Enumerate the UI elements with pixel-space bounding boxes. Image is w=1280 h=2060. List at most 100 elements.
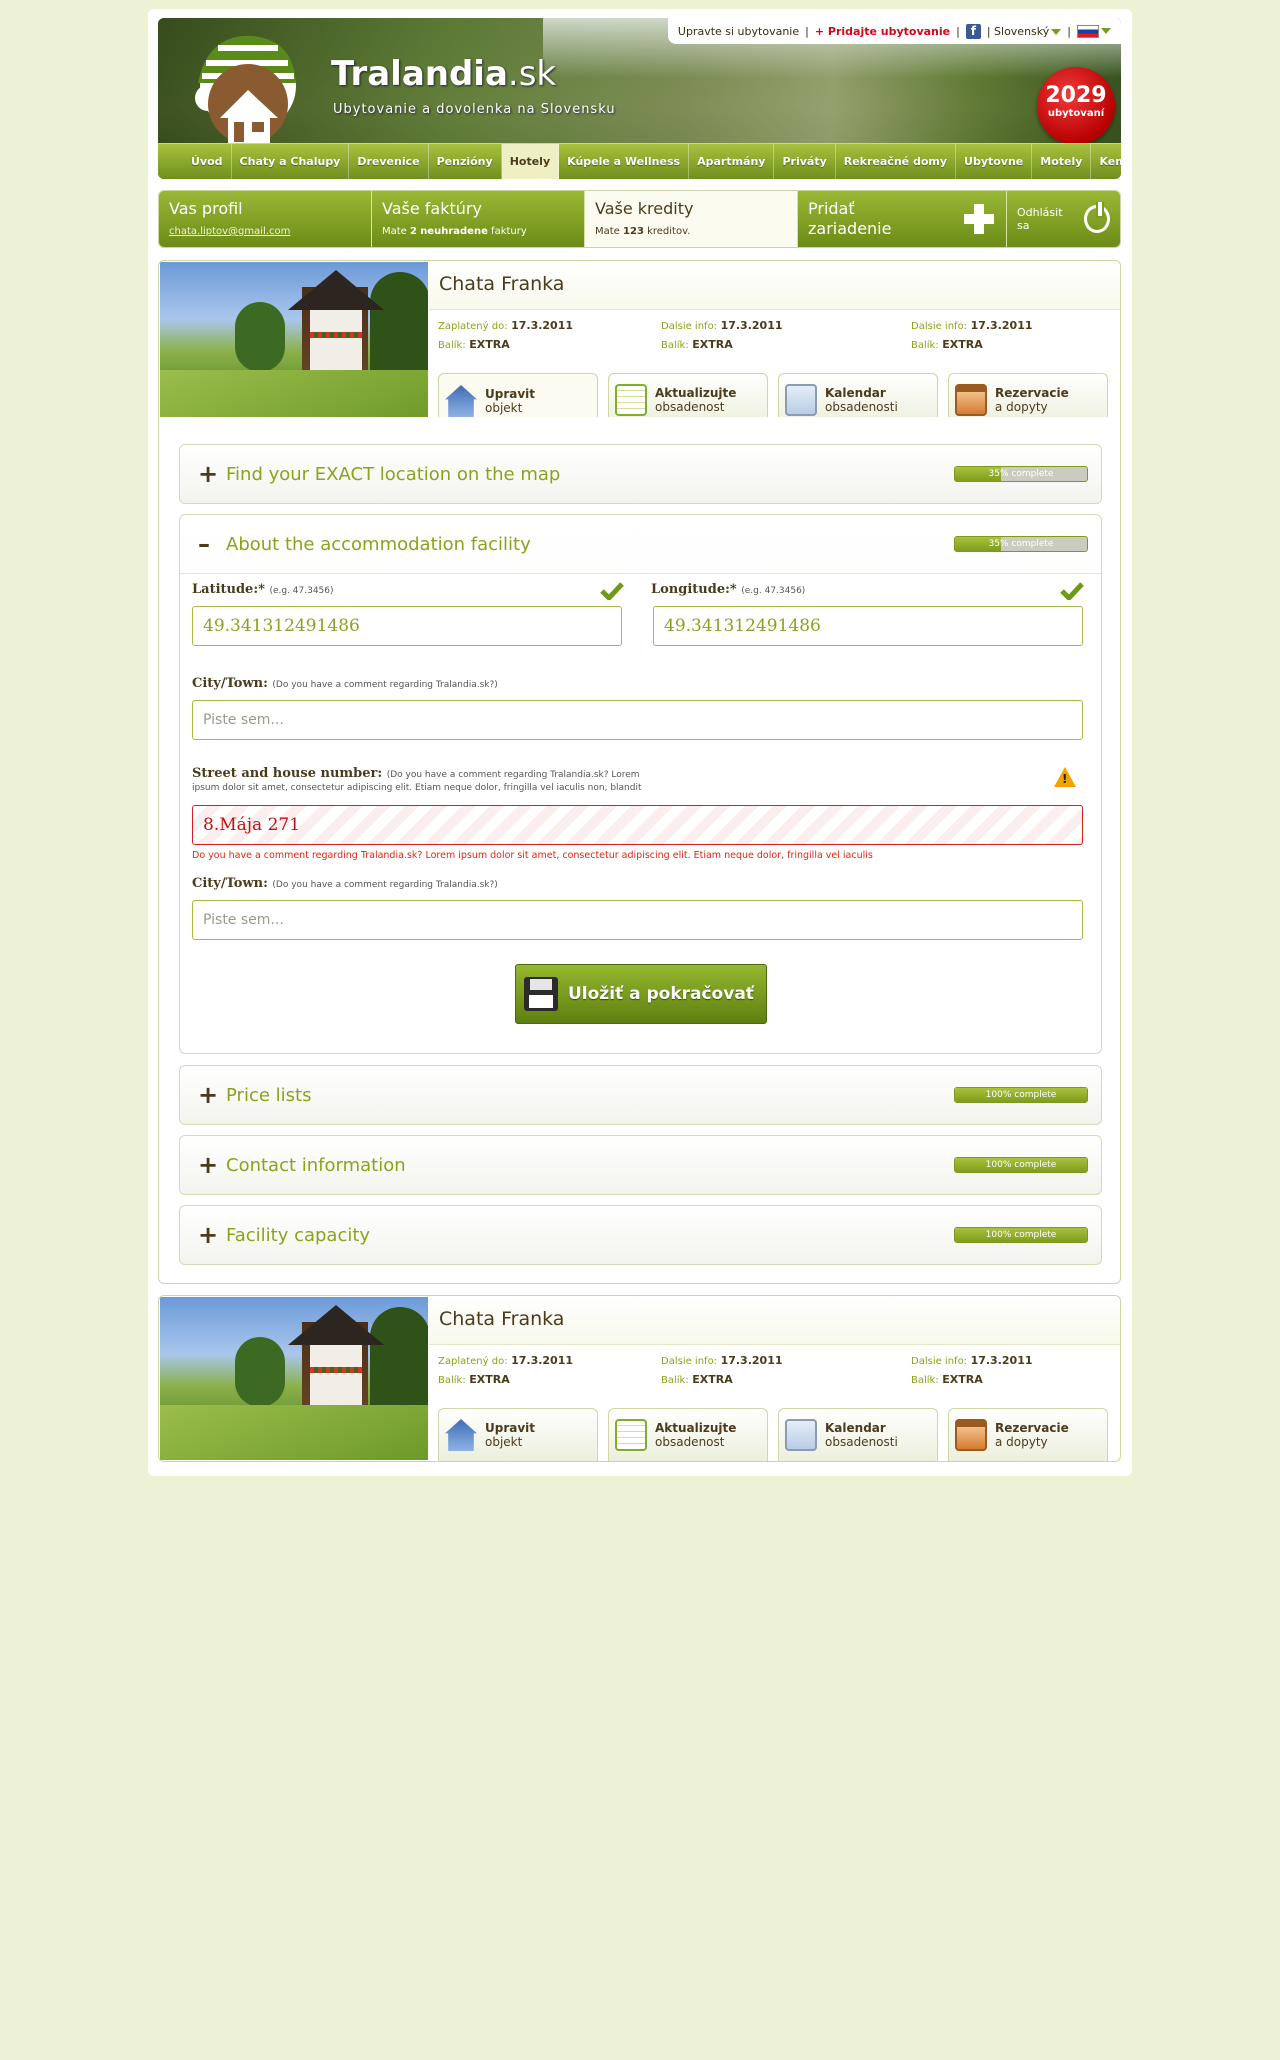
plus-icon (964, 204, 994, 234)
property-name: Chata Franka (429, 1296, 1120, 1345)
profile-panel[interactable]: Vas profil chata.liptov@gmail.com (159, 191, 372, 247)
meta-value: 17.3.2011 (720, 319, 783, 332)
tab-label: obsadenosti (825, 400, 898, 414)
nav-item-hotely[interactable]: Hotely (501, 144, 560, 179)
photo-roof (288, 1305, 384, 1345)
credits-text: Mate (595, 226, 620, 237)
save-and-continue-button[interactable]: Uložiť a pokračovať (515, 964, 767, 1024)
tab-reservations[interactable]: Rezervacie a dopyty (948, 1408, 1108, 1461)
credits-title: Vaše kredity (595, 199, 694, 218)
invoices-title: Vaše faktúry (382, 199, 482, 218)
house-icon (445, 385, 477, 417)
nav-item-kupele[interactable]: Kúpele a Wellness (559, 144, 690, 179)
section-title: Facility capacity (226, 1224, 371, 1246)
separator: | (805, 24, 809, 38)
sections-container: + Find your EXACT location on the map 35… (158, 417, 1121, 1284)
minus-icon: – (198, 530, 210, 558)
chevron-down-icon (1051, 28, 1062, 35)
progress-label: 100% complete (985, 1230, 1057, 1240)
property-meta-info: Dalsie info: 17.3.2011 Balík: EXTRA (661, 317, 783, 355)
latitude-input[interactable]: 49.341312491486 (192, 606, 622, 646)
tab-label: a dopyty (995, 1435, 1048, 1449)
inbox-icon (955, 384, 987, 416)
tab-update-occupancy[interactable]: Aktualizujte obsadenost (608, 1408, 768, 1461)
edit-accommodation-link[interactable]: Upravte si ubytovanie (678, 25, 799, 38)
city-input[interactable]: Piste sem... (192, 700, 1083, 740)
meta-value: 17.3.2011 (970, 1354, 1033, 1367)
site-header: Tralandia.sk Ubytovanie a dovolenka na S… (158, 18, 1121, 179)
nav-item-drevenice[interactable]: Drevenice (349, 144, 429, 179)
monitor-icon (785, 384, 817, 416)
meta-value: EXTRA (469, 338, 510, 351)
nav-item-kempy[interactable]: Kempy (1091, 144, 1121, 179)
label-hint: (Do you have a comment regarding Traland… (386, 770, 640, 780)
label-hint: (e.g. 47.3456) (269, 586, 334, 596)
meta-key: Zaplatený do: (438, 321, 508, 332)
property-photo[interactable] (160, 1297, 428, 1460)
credits-text: kreditov. (647, 226, 691, 237)
tab-label: obsadenost (655, 1435, 725, 1449)
section-title: Price lists (226, 1084, 312, 1106)
meta-key: Balík: (438, 340, 466, 351)
tab-label: Upravit (485, 1421, 536, 1435)
nav-item-penziony[interactable]: Penzióny (429, 144, 502, 179)
city2-input[interactable]: Piste sem... (192, 900, 1083, 940)
property-meta-info: Dalsie info: 17.3.2011 Balík: EXTRA (911, 317, 1033, 355)
tab-label: Upravit (485, 387, 536, 401)
country-select[interactable] (1077, 24, 1111, 38)
meta-key: Dalsie info: (911, 1356, 968, 1367)
progress-label: 35% complete (988, 469, 1054, 479)
nav-item-rekreacne-domy[interactable]: Rekreačné domy (836, 144, 957, 179)
profile-title: Vas profil (169, 199, 243, 218)
logout-button[interactable]: Odhlásit sa (1007, 191, 1120, 247)
logo-suffix-text: .sk (507, 54, 557, 94)
invoices-count: 2 (410, 226, 417, 237)
invoices-status: neuhradene (420, 226, 488, 237)
meta-value: 17.3.2011 (511, 1354, 574, 1367)
invoices-panel[interactable]: Vaše faktúry Mate 2 neuhradene faktury (372, 191, 585, 247)
section-price-lists: + Price lists 100% complete (179, 1065, 1102, 1125)
invoices-summary: Mate 2 neuhradene faktury (382, 226, 527, 237)
add-accommodation-link[interactable]: + Pridajte ubytovanie (815, 25, 950, 38)
checkmark-icon (1060, 582, 1084, 600)
street-input[interactable]: 8.Mája 271 (192, 805, 1083, 845)
top-links-bar: Upravte si ubytovanie | + Pridajte ubyto… (667, 18, 1121, 44)
property-meta-info: Dalsie info: 17.3.2011 Balík: EXTRA (661, 1352, 783, 1390)
label-text: Latitude:* (192, 582, 265, 597)
credits-count: 123 (623, 226, 644, 237)
nav-item-privaty[interactable]: Priváty (774, 144, 836, 179)
meta-key: Balík: (911, 340, 939, 351)
facebook-icon[interactable]: f (965, 23, 981, 39)
meta-value: EXTRA (692, 1373, 733, 1386)
floppy-disk-icon (524, 977, 558, 1011)
meta-key: Balík: (661, 340, 689, 351)
property-photo[interactable] (160, 262, 428, 425)
credits-panel[interactable]: Vaše kredity Mate 123 kreditov. (585, 191, 798, 247)
meta-value: EXTRA (942, 1373, 983, 1386)
nav-item-apartmany[interactable]: Apartmány (689, 144, 775, 179)
plus-icon: + (198, 1151, 219, 1179)
logo-tagline: Ubytovanie a dovolenka na Slovensku (333, 102, 616, 117)
nav-item-ubytovne[interactable]: Ubytovne (956, 144, 1033, 179)
tab-occupancy-calendar[interactable]: Kalendar obsadenosti (778, 1408, 938, 1461)
photo-tree (235, 1337, 285, 1407)
longitude-input[interactable]: 49.341312491486 (653, 606, 1083, 646)
nav-item-uvod[interactable]: Úvod (183, 144, 232, 179)
profile-email-link[interactable]: chata.liptov@gmail.com (169, 226, 290, 237)
logo-house-icon[interactable] (178, 28, 318, 160)
plus-icon: + (198, 1081, 219, 1109)
add-facility-button[interactable]: Pridať zariadenie (798, 191, 1007, 247)
language-select[interactable]: | Slovenský (987, 25, 1062, 38)
credits-summary: Mate 123 kreditov. (595, 226, 690, 237)
tab-edit-object[interactable]: Upravit objekt (438, 1408, 598, 1461)
meta-value: EXTRA (692, 338, 733, 351)
nav-item-motely[interactable]: Motely (1032, 144, 1092, 179)
logo-wordmark[interactable]: Tralandia.sk (331, 54, 556, 94)
city-label: City/Town: (Do you have a comment regard… (192, 676, 498, 691)
photo-lawn (160, 1405, 428, 1460)
progress-label: 100% complete (985, 1160, 1057, 1170)
latitude-label: Latitude:* (e.g. 47.3456) (192, 582, 334, 597)
nav-item-chaty[interactable]: Chaty a Chalupy (232, 144, 350, 179)
separator: | (1067, 24, 1071, 38)
tab-label: objekt (485, 401, 523, 415)
